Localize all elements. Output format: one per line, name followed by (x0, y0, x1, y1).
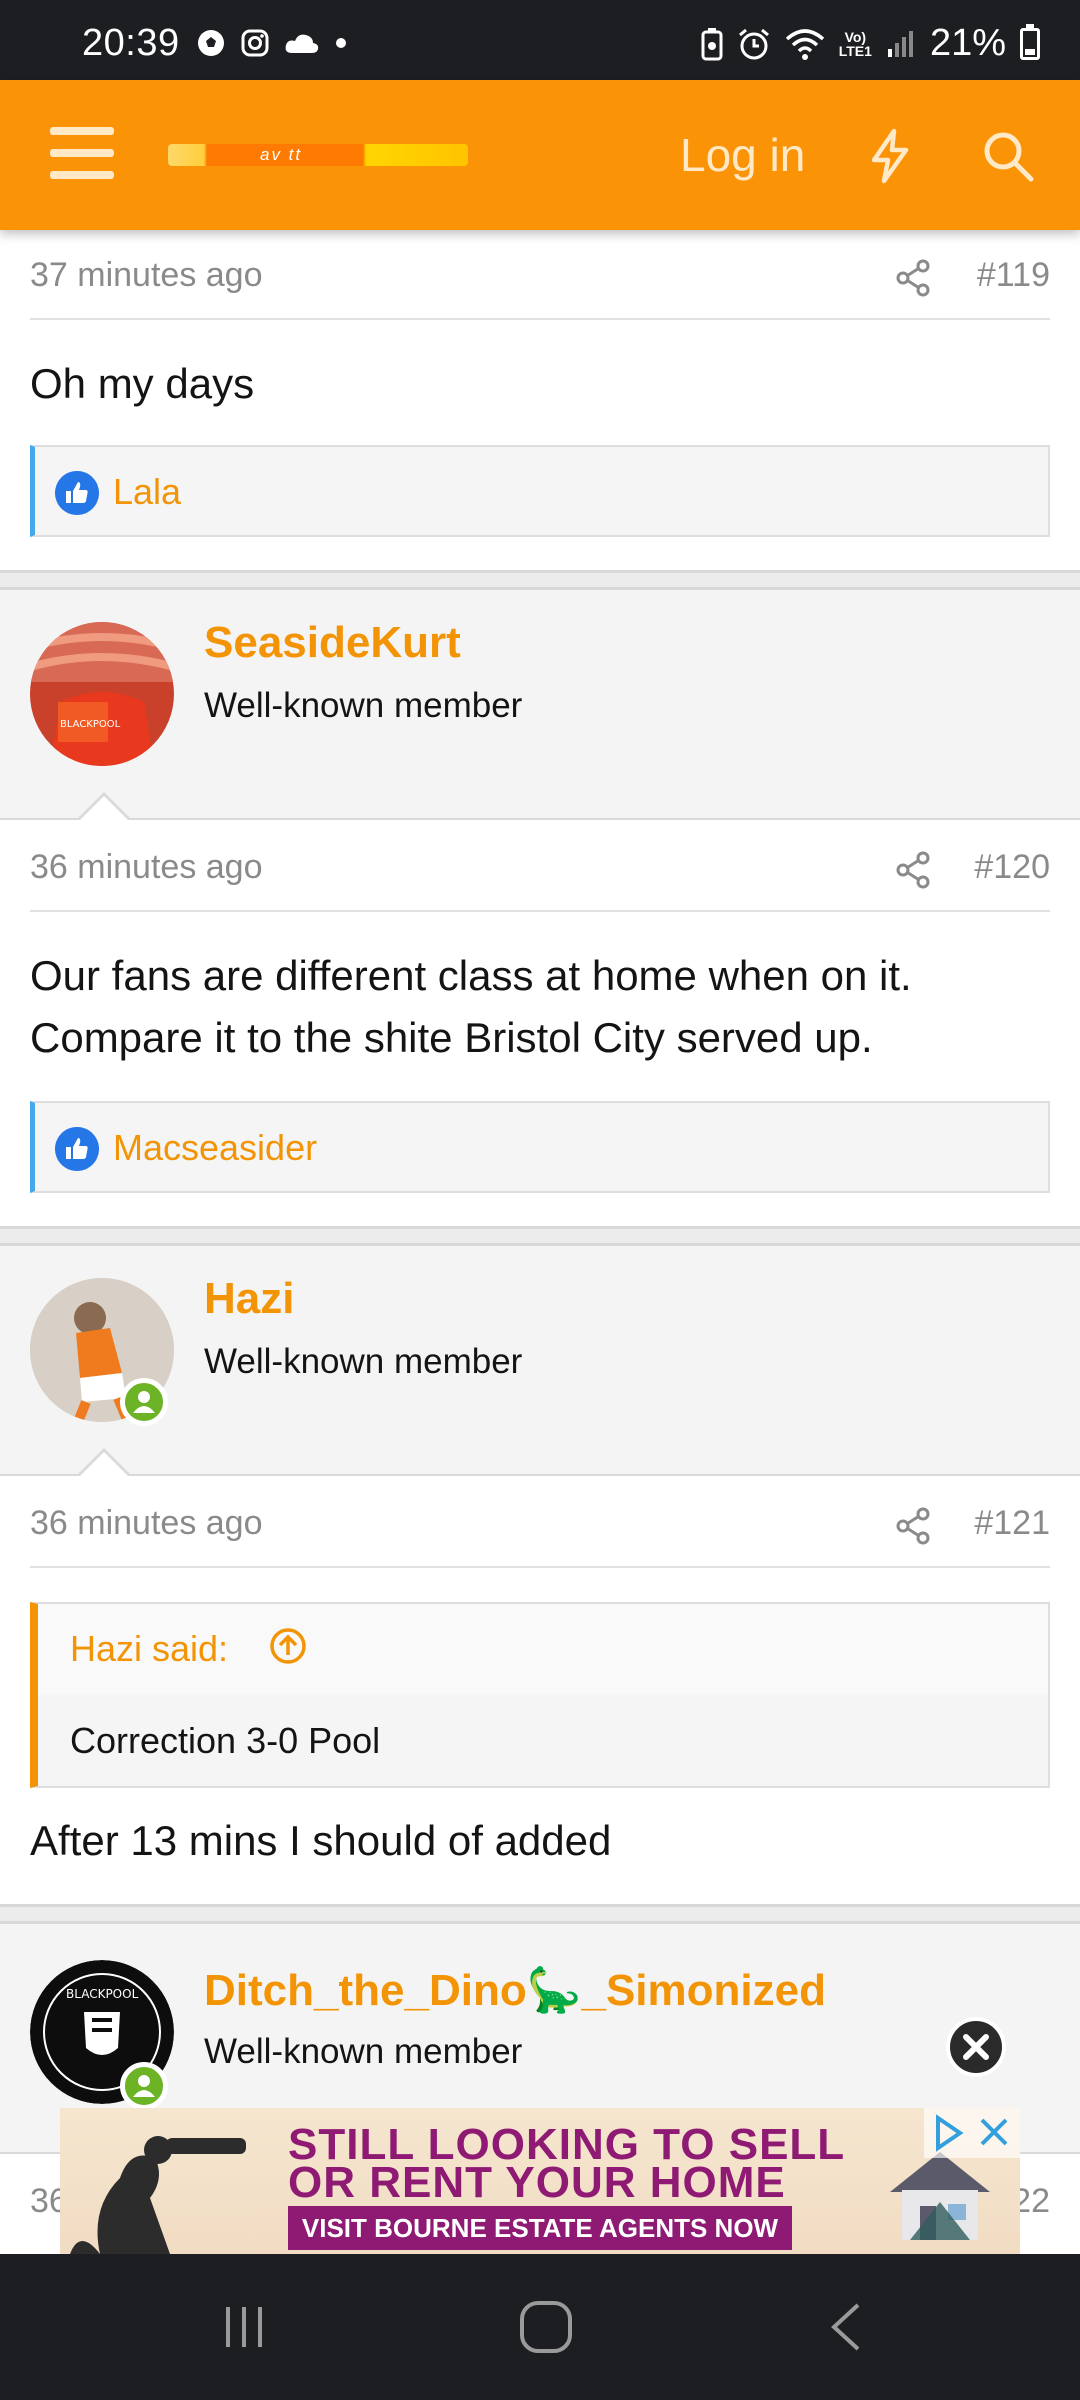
reaction-user[interactable]: Lala (113, 471, 181, 513)
site-logo[interactable]: av tt (168, 144, 468, 166)
close-icon (963, 2034, 989, 2060)
logo-text: av tt (260, 145, 303, 164)
post-meta: 36 minutes ago #120 (30, 822, 1050, 912)
ad-banner[interactable]: STILL LOOKING TO SELL OR RENT YOUR HOME … (60, 2108, 1020, 2254)
username[interactable]: Ditch_the_Dino🦕_Simonized (204, 1964, 826, 2016)
username[interactable]: SeasideKurt (204, 618, 461, 668)
user-online-icon (133, 1391, 155, 1413)
soccer-icon (198, 30, 224, 56)
post-meta: 37 minutes ago #119 (30, 230, 1050, 320)
post-body: Oh my days (30, 360, 255, 407)
user-title: Well-known member (204, 686, 523, 725)
post-number[interactable]: #121 (974, 1504, 1050, 1543)
like-icon (55, 1127, 99, 1171)
search-icon[interactable] (980, 128, 1036, 184)
wifi-icon (785, 28, 824, 60)
arrow-up-circle-icon[interactable] (268, 1626, 308, 1666)
quote-text: Correction 3-0 Pool (70, 1720, 381, 1761)
home-icon[interactable] (516, 2297, 576, 2357)
ad-cta-button[interactable]: VISIT BOURNE ESTATE AGENTS NOW (288, 2206, 792, 2250)
post-body: Our fans are different class at home whe… (30, 945, 1050, 1069)
quote-author[interactable]: Hazi said: (70, 1628, 228, 1670)
svg-text:BLACKPOOL: BLACKPOOL (66, 1987, 139, 2001)
status-system: Vo) LTE1 21% (701, 22, 1040, 65)
ad-headline: OR RENT YOUR HOME (288, 2158, 786, 2207)
username[interactable]: Hazi (204, 1274, 294, 1324)
post-number[interactable]: #119 (977, 256, 1050, 295)
post-separator (0, 1226, 1080, 1246)
ad-illustration-icon (70, 2136, 246, 2254)
user-block: Hazi Well-known member (0, 1246, 1080, 1476)
bolt-icon[interactable] (866, 128, 914, 184)
svg-text:BLACKPOOL: BLACKPOOL (60, 719, 121, 730)
signal-icon (887, 30, 913, 57)
recent-apps-icon[interactable] (214, 2297, 274, 2357)
login-link[interactable]: Log in (680, 128, 805, 182)
network-label: Vo) LTE1 (838, 28, 872, 59)
post-body-line: Our fans are different class at home whe… (30, 952, 912, 999)
quote-header[interactable]: Hazi said: (38, 1604, 1048, 1694)
ad-close-button[interactable] (946, 2017, 1006, 2077)
reaction-user[interactable]: Macseasider (113, 1127, 317, 1169)
share-icon[interactable] (894, 850, 932, 890)
online-indicator (120, 1378, 168, 1426)
menu-icon[interactable] (50, 127, 114, 179)
cloud-icon (285, 34, 319, 53)
user-title: Well-known member (204, 2032, 523, 2071)
post-body-line: Compare it to the shite Bristol City ser… (30, 1014, 873, 1061)
like-icon (55, 471, 99, 515)
share-icon[interactable] (894, 258, 932, 298)
system-nav-bar (0, 2254, 1080, 2400)
status-bar: 20:39 Vo) LTE1 21% (0, 0, 1080, 80)
post-separator (0, 570, 1080, 590)
adchoices-icon (936, 2114, 1008, 2152)
app-header: av tt Log in (0, 80, 1080, 230)
reactions-bar[interactable]: Lala (30, 445, 1050, 537)
post-body: After 13 mins I should of added (30, 1817, 612, 1864)
battery-saver-icon (701, 27, 723, 60)
instagram-icon (241, 29, 269, 57)
avatar[interactable]: BLACKPOOL (30, 622, 174, 766)
user-title: Well-known member (204, 1342, 523, 1381)
battery-percent: 21% (929, 22, 1006, 64)
online-indicator (120, 2062, 168, 2110)
reactions-bar[interactable]: Macseasider (30, 1101, 1050, 1193)
alarm-icon (738, 28, 769, 59)
post-time[interactable]: 37 minutes ago (30, 256, 263, 295)
dot-icon (336, 38, 346, 48)
user-arrow-fill (78, 796, 130, 822)
post-separator (0, 1904, 1080, 1924)
back-icon[interactable] (818, 2297, 878, 2357)
quote-block: Hazi said: Correction 3-0 Pool (30, 1602, 1050, 1788)
user-block: BLACKPOOL SeasideKurt Well-known member (0, 590, 1080, 820)
post-time[interactable]: 36 minutes ago (30, 1504, 263, 1543)
share-icon[interactable] (894, 1506, 932, 1546)
ad-choices[interactable] (924, 2108, 1020, 2158)
user-arrow-fill (78, 1452, 130, 1478)
user-online-icon (133, 2075, 155, 2097)
post-time[interactable]: 36 minutes ago (30, 848, 263, 887)
status-time: 20:39 (82, 22, 180, 64)
post-meta: 36 minutes ago #121 (30, 1478, 1050, 1568)
battery-icon (1020, 23, 1040, 60)
status-notifications (196, 28, 348, 58)
post-number[interactable]: #120 (974, 848, 1050, 887)
